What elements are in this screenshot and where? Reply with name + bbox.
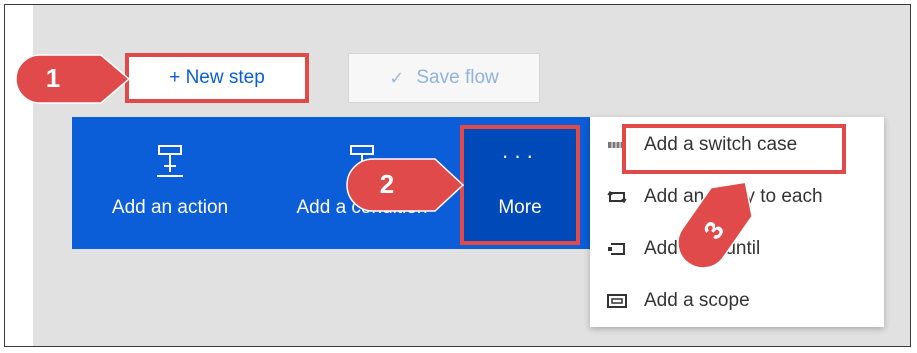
new-step-action-bar: Add an action Add a condition ··· More <box>72 117 590 249</box>
save-flow-button[interactable]: ✓ Save flow <box>348 53 540 103</box>
add-action-label: Add an action <box>111 197 229 218</box>
do-until-icon <box>606 241 628 257</box>
add-action-button[interactable]: Add an action <box>90 117 250 249</box>
scope-icon <box>606 293 628 309</box>
more-dots-icon: ··· <box>501 143 539 168</box>
new-step-button[interactable]: + New step <box>125 53 309 103</box>
checkmark-icon: ✓ <box>389 67 405 88</box>
more-label: More <box>498 197 542 218</box>
new-step-label: + New step <box>169 67 265 88</box>
menu-item-scope[interactable]: Add a scope <box>590 275 884 327</box>
save-flow-label: Save flow <box>416 67 499 88</box>
callout-2-number: 2 <box>379 169 395 199</box>
add-action-icon <box>157 145 183 177</box>
menu-item-label: Add a scope <box>644 290 750 311</box>
apply-to-each-icon <box>606 189 628 205</box>
callout-1-number: 1 <box>45 63 61 93</box>
screenshot-frame: + New step ✓ Save flow Add an action Add… <box>4 4 911 347</box>
more-button[interactable]: ··· More <box>460 125 580 245</box>
